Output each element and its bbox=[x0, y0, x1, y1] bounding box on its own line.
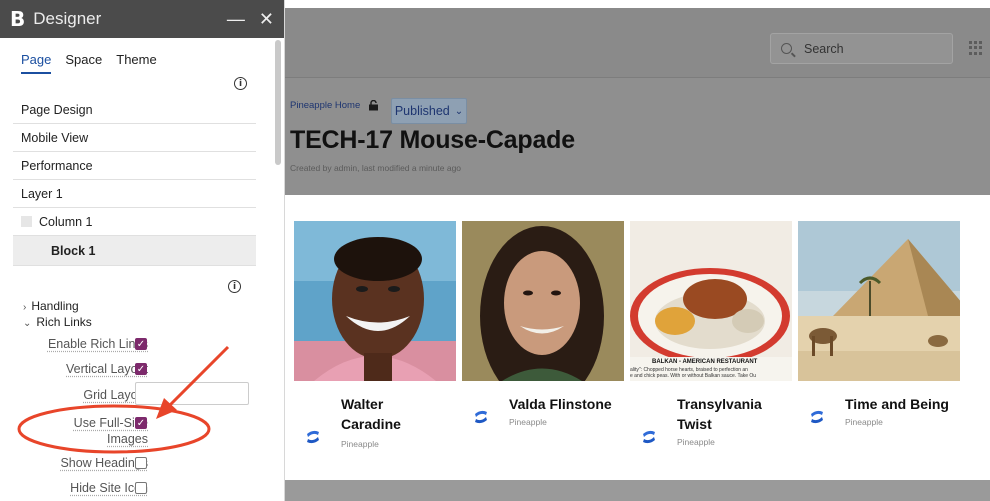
item-label: Layer 1 bbox=[21, 186, 63, 201]
enable-rich-links-label: Enable Rich Links bbox=[47, 337, 148, 351]
card-title: Transylvania bbox=[677, 396, 762, 412]
chevron-down-icon: ⌄ bbox=[23, 318, 32, 329]
column-square-icon bbox=[21, 216, 32, 227]
status-label: Published bbox=[394, 104, 450, 118]
designer-logo-icon: B bbox=[10, 7, 26, 31]
enable-rich-links-checkbox[interactable]: ✓ bbox=[135, 338, 147, 350]
item-label: Column 1 bbox=[39, 214, 93, 229]
card-title: Walter bbox=[341, 396, 384, 412]
tab-page[interactable]: Page bbox=[21, 52, 52, 74]
confluence-icon bbox=[475, 410, 487, 424]
item-label: Page Design bbox=[21, 102, 93, 117]
page-preview: Search Pineapple Home Published ⌄ TECH-1… bbox=[285, 0, 990, 501]
rich-link-card[interactable]: BALKAN - AMERICAN RESTAURANT ality": Cho… bbox=[630, 221, 792, 447]
item-label: Mobile View bbox=[21, 130, 89, 145]
use-full-size-label-line2: Images bbox=[107, 432, 148, 446]
card-space: Pineapple bbox=[677, 437, 715, 447]
designer-item-list: Page Design Mobile View Performance Laye… bbox=[13, 96, 256, 266]
card-image-portrait bbox=[462, 221, 624, 381]
grid-layout-input[interactable] bbox=[135, 382, 249, 405]
confluence-icon bbox=[643, 430, 655, 444]
app-grid-icon[interactable] bbox=[969, 41, 983, 55]
site-header: Search bbox=[285, 8, 990, 78]
confluence-icon bbox=[811, 410, 823, 424]
top-strip bbox=[285, 0, 990, 8]
card-title-line2: Twist bbox=[677, 416, 712, 432]
item-label: Performance bbox=[21, 158, 93, 173]
section-label: Handling bbox=[31, 299, 79, 313]
card-title: Valda Flinstone bbox=[509, 396, 612, 412]
item-block-1[interactable]: Block 1 bbox=[13, 236, 256, 266]
card-title-line2: Caradine bbox=[341, 416, 401, 432]
use-full-size-images-checkbox[interactable]: ✓ bbox=[135, 417, 147, 429]
card-space: Pineapple bbox=[341, 439, 379, 449]
status-dropdown[interactable]: Published ⌄ bbox=[391, 98, 467, 124]
tab-theme[interactable]: Theme bbox=[116, 52, 156, 74]
page-meta: Created by admin, last modified a minute… bbox=[290, 163, 462, 173]
confluence-icon bbox=[307, 430, 319, 444]
vertical-layout-checkbox[interactable]: ✓ bbox=[135, 363, 147, 375]
image-caption: e and chick peas. With or without Balkan… bbox=[630, 373, 757, 379]
designer-panel: B Designer — ✕ Page Space Theme i Page D… bbox=[0, 0, 285, 501]
item-column-1[interactable]: Column 1 bbox=[13, 208, 256, 236]
rich-link-card[interactable]: Time and Being Pineapple bbox=[798, 221, 960, 427]
search-input[interactable]: Search bbox=[770, 33, 953, 64]
item-layer-1[interactable]: Layer 1 bbox=[13, 180, 256, 208]
lock-icon[interactable] bbox=[368, 100, 379, 111]
card-image-portrait bbox=[294, 221, 456, 381]
rich-link-card[interactable]: Walter Caradine Pineapple bbox=[294, 221, 456, 449]
designer-tabs: Page Space Theme bbox=[0, 38, 284, 74]
item-performance[interactable]: Performance bbox=[13, 152, 256, 180]
image-caption: BALKAN - AMERICAN RESTAURANT bbox=[652, 359, 758, 365]
breadcrumb[interactable]: Pineapple Home bbox=[290, 100, 360, 111]
section-label: Rich Links bbox=[36, 315, 92, 329]
card-image-food: BALKAN - AMERICAN RESTAURANT ality": Cho… bbox=[630, 221, 792, 381]
show-headings-checkbox[interactable] bbox=[135, 457, 147, 469]
minimize-icon[interactable]: — bbox=[227, 9, 245, 30]
designer-titlebar[interactable]: B Designer — ✕ bbox=[0, 0, 284, 38]
item-page-design[interactable]: Page Design bbox=[13, 96, 256, 124]
chevron-right-icon: › bbox=[23, 302, 27, 313]
rich-link-card[interactable]: Valda Flinstone Pineapple bbox=[462, 221, 624, 427]
card-space: Pineapple bbox=[509, 417, 547, 427]
info-icon-block[interactable]: i bbox=[228, 280, 241, 293]
designer-title: Designer bbox=[33, 9, 102, 28]
panel-scrollbar[interactable] bbox=[275, 40, 281, 165]
section-handling[interactable]: › Handling bbox=[23, 299, 79, 313]
item-label: Block 1 bbox=[51, 243, 96, 258]
info-icon[interactable]: i bbox=[234, 77, 247, 90]
card-title: Time and Being bbox=[845, 396, 949, 412]
close-icon[interactable]: ✕ bbox=[259, 9, 274, 30]
item-mobile-view[interactable]: Mobile View bbox=[13, 124, 256, 152]
tab-space[interactable]: Space bbox=[65, 52, 102, 74]
chevron-down-icon: ⌄ bbox=[454, 105, 464, 117]
card-space: Pineapple bbox=[845, 417, 883, 427]
page-title: TECH-17 Mouse-Capade bbox=[290, 126, 575, 154]
hide-site-icon-checkbox[interactable] bbox=[135, 482, 147, 494]
search-placeholder: Search bbox=[804, 41, 844, 56]
card-image-pyramid bbox=[798, 221, 960, 381]
search-icon bbox=[781, 43, 792, 54]
section-rich-links[interactable]: ⌄ Rich Links bbox=[23, 315, 92, 329]
bottom-overlay-bar bbox=[285, 480, 990, 501]
